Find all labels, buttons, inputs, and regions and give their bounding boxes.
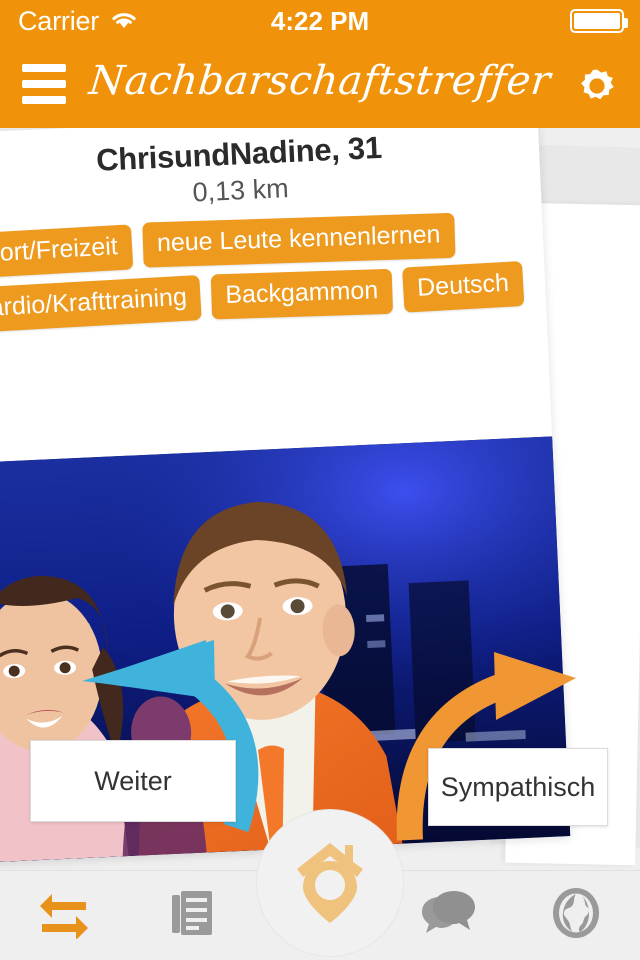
map-pin-house-icon (287, 835, 373, 932)
reject-button[interactable]: Weiter (30, 740, 236, 822)
gear-icon[interactable] (576, 65, 618, 107)
battery-full-icon (570, 9, 628, 33)
interest-tag[interactable]: neue Leute kennenlernen (141, 212, 455, 268)
bottom-tab-bar (0, 809, 640, 960)
status-bar-clock: 4:22 PM (270, 5, 370, 36)
list-document-icon (168, 887, 216, 944)
chat-bubbles-icon (420, 889, 476, 942)
status-bar: Carrier 4:22 PM (0, 0, 640, 42)
tab-nearby[interactable] (256, 809, 404, 960)
globe-icon (551, 886, 601, 945)
nav-bar: Nachbarschaftstreffer (0, 42, 640, 128)
app-title: Nachbarschaftstreffer (86, 58, 554, 104)
swap-arrows-icon (36, 887, 92, 944)
interest-tag[interactable]: Deutsch (402, 260, 525, 313)
profile-header: ChrisundNadine, 31 0,13 km (0, 128, 541, 220)
nearby-center-button[interactable] (256, 809, 404, 957)
tab-matches[interactable] (0, 871, 128, 960)
accept-button[interactable]: Sympathisch (428, 748, 608, 826)
reject-button-label: Weiter (94, 765, 172, 796)
interest-tag[interactable]: Cardio/Krafttraining (0, 274, 203, 334)
accept-button-label: Sympathisch (440, 771, 596, 802)
tab-list[interactable] (128, 871, 256, 960)
interest-tag-list: Sport/Freizeit neue Leute kennenlernen C… (0, 207, 546, 334)
interest-tag[interactable]: Backgammon (211, 268, 394, 320)
interest-tag[interactable]: Sport/Freizeit (0, 224, 133, 280)
tab-world[interactable] (512, 871, 640, 960)
status-bar-right (570, 9, 628, 33)
